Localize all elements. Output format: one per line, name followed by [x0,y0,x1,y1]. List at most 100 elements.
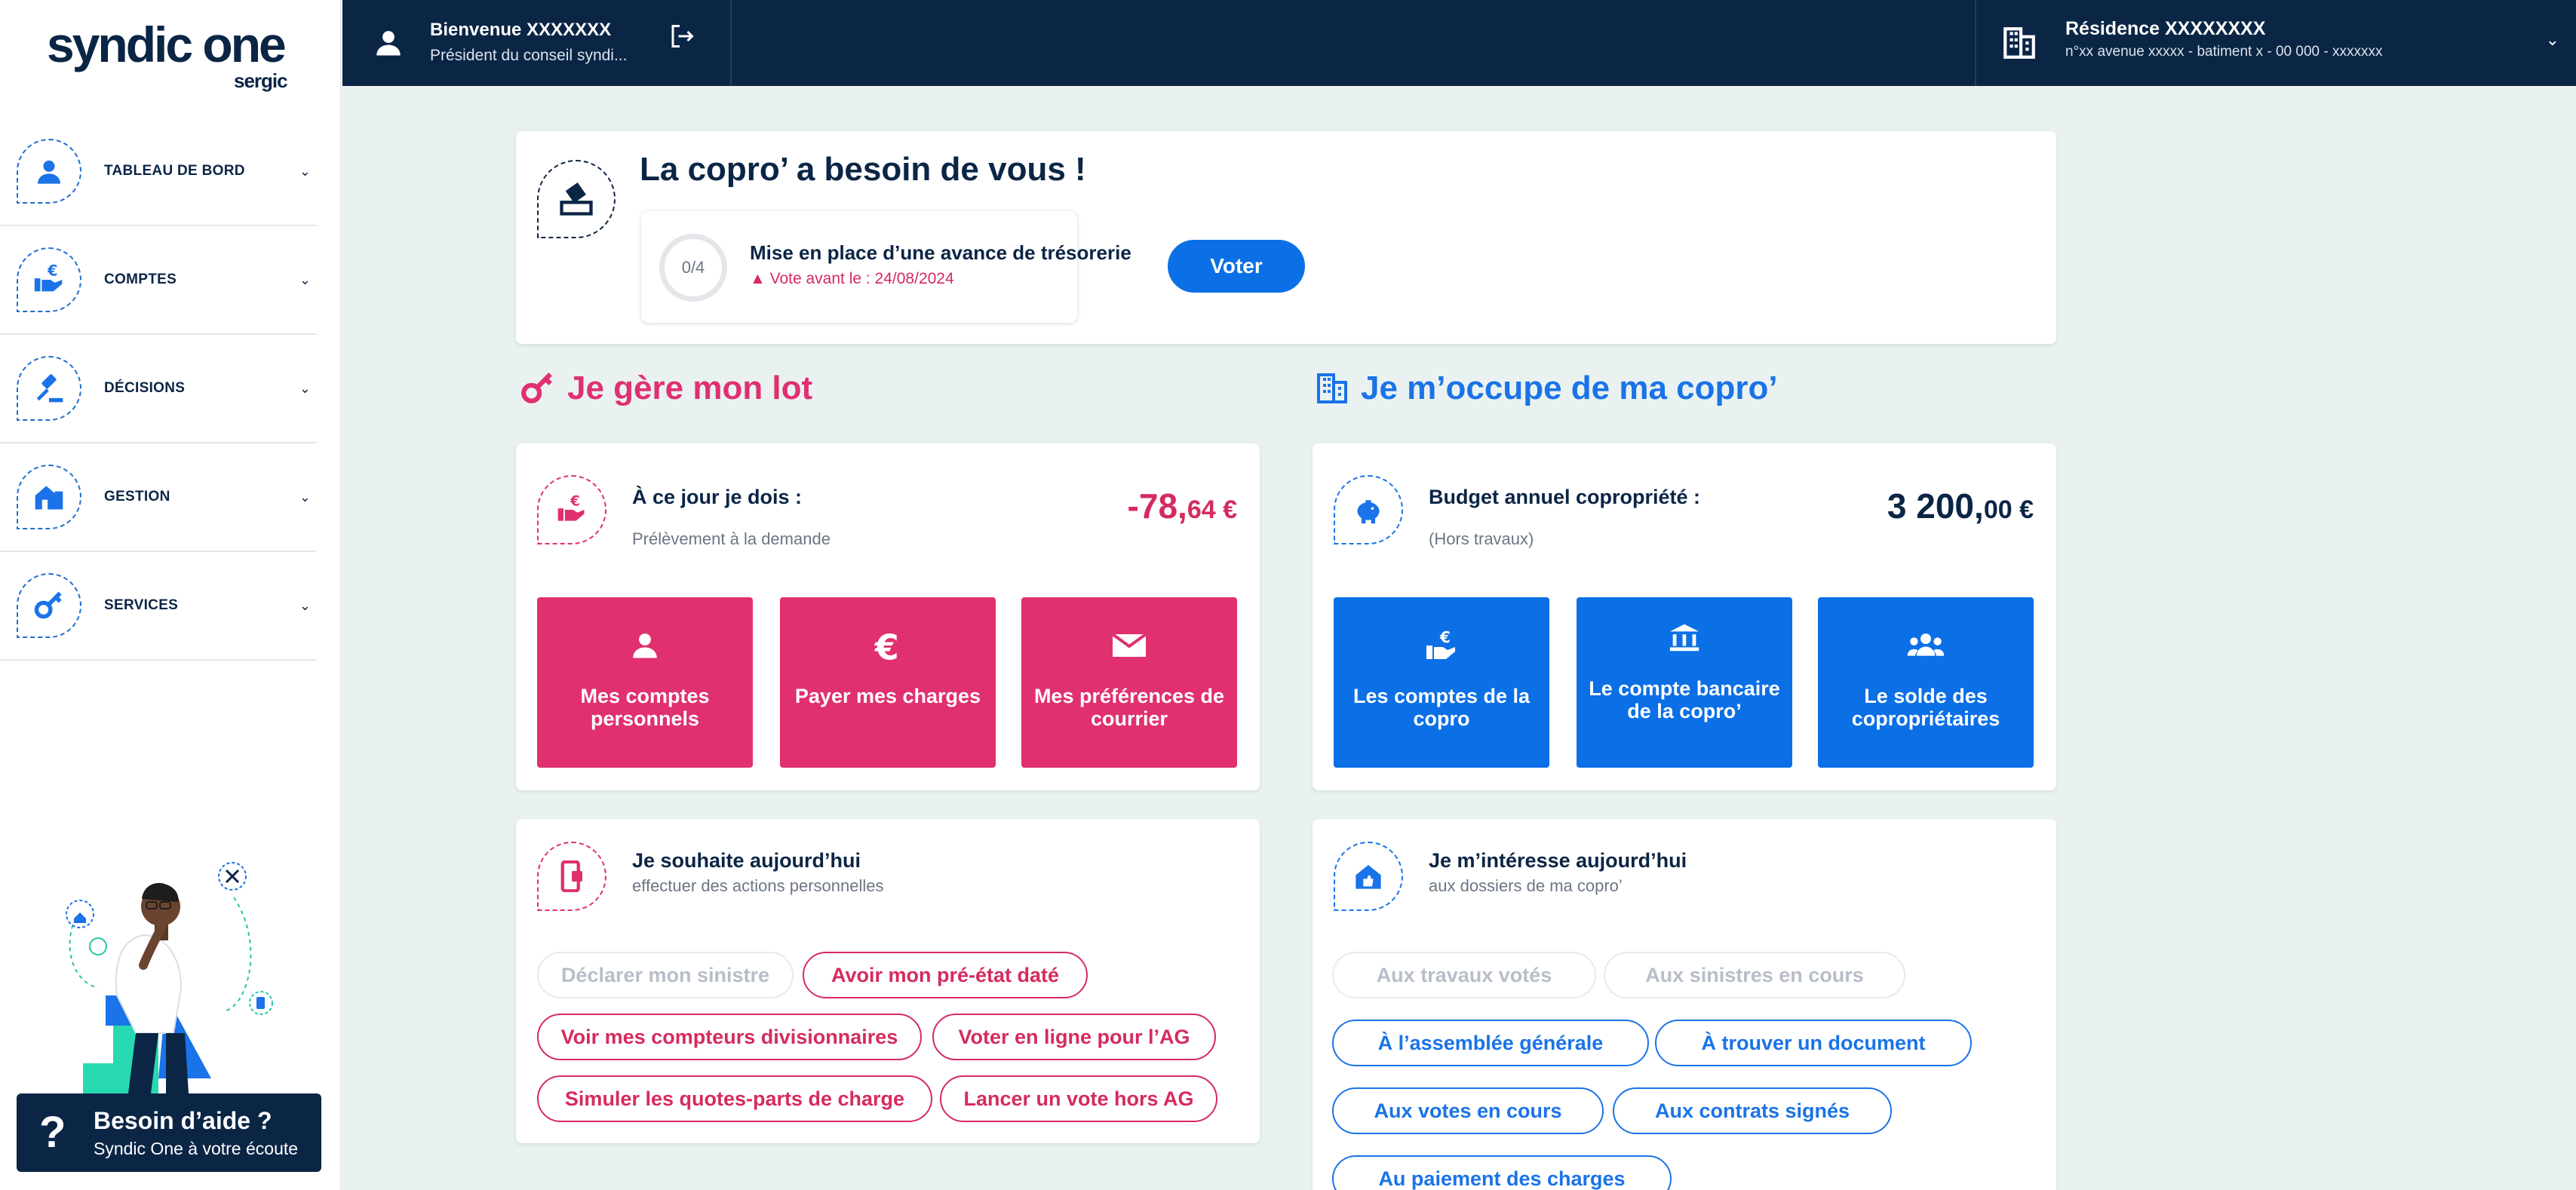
user-icon [373,26,404,63]
logo[interactable]: syndic one sergic [47,17,288,92]
sidebar: syndic one sergic TABLEAU DE BORD ⌄ € CO… [0,0,341,1190]
logo-name: syndic one [47,17,287,72]
sidebar-nav: TABLEAU DE BORD ⌄ € COMPTES ⌄ DÉCISIONS … [0,118,317,661]
svg-text:€: € [47,262,57,279]
vote-deadline: ▲ Vote avant le : 24/08/2024 [750,270,954,288]
tile-label: Mes comptes personnels [580,685,710,730]
vote-deadline-text: Vote avant le : 24/08/2024 [769,270,954,287]
meters-chip[interactable]: Voir mes compteurs divisionnaires [537,1014,922,1060]
thinking-person-illustration [66,862,273,1093]
balance-label: À ce jour je dois : [632,486,803,508]
chevron-down-icon: ⌄ [299,489,311,505]
budget-amount-dec: 00 € [1983,495,2034,524]
mail-preferences-tile[interactable]: Mes préférences de courrier [1021,597,1237,768]
owners-balance-tile[interactable]: Le solde des copropriétaires [1818,597,2034,768]
copro-bank-account-tile[interactable]: Le compte bancaire de la copro’ [1577,597,1792,768]
ballot-icon [537,160,616,238]
ongoing-claims-chip: Aux sinistres en cours [1604,952,1905,998]
help-title: Besoin d’aide ? [94,1107,272,1134]
tile-label: Mes préférences de courrier [1033,685,1225,730]
sidebar-item-decisions[interactable]: DÉCISIONS ⌄ [0,335,317,443]
welcome-text: Bienvenue XXXXXXX [430,20,612,40]
user-role: Président du conseil syndi... [430,47,628,64]
wish-title: Je souhaite aujourd’hui [632,849,861,872]
vote-item-label: Mise en place d’une avance de trésorerie [750,241,1131,264]
key-icon [17,573,81,638]
ongoing-votes-chip[interactable]: Aux votes en cours [1332,1087,1604,1134]
warning-icon: ▲ [750,270,770,287]
sidebar-item-gestion[interactable]: GESTION ⌄ [0,443,317,552]
chevron-down-icon: ⌄ [299,597,311,613]
residence-selector[interactable]: Résidence XXXXXXXX n°xx avenue xxxxx - b… [1975,0,2576,86]
simulate-charges-chip[interactable]: Simuler les quotes-parts de charge [537,1075,932,1122]
phone-icon [537,842,606,911]
sidebar-item-services[interactable]: SERVICES ⌄ [0,552,317,661]
declare-claim-chip: Déclarer mon sinistre [537,952,794,998]
vote-title: La copro’ a besoin de vous ! [640,151,1086,188]
budget-label: Budget annuel copropriété : [1429,486,1701,508]
building-icon [1317,373,1347,403]
svg-text:€: € [570,494,580,510]
chevron-down-icon: ⌄ [299,271,311,287]
sidebar-item-label: SERVICES [104,597,179,613]
lot-section-title: Je gère mon lot [519,370,812,407]
key-icon [521,373,552,403]
vote-button[interactable]: Voter [1168,240,1305,293]
euro-icon: € [780,629,996,664]
user-icon [537,629,753,661]
sidebar-item-tableau-de-bord[interactable]: TABLEAU DE BORD ⌄ [0,118,317,226]
balance-subtitle: Prélèvement à la demande [632,529,831,548]
divider [730,0,732,86]
sidebar-item-comptes[interactable]: € COMPTES ⌄ [0,226,317,335]
help-question-icon: ? [39,1108,66,1157]
bank-icon [1577,620,1792,655]
svg-text:€: € [1439,629,1451,646]
sidebar-item-label: TABLEAU DE BORD [104,163,245,179]
help-subtitle: Syndic One à votre écoute [94,1139,299,1158]
wish-subtitle: effectuer des actions personnelles [632,876,884,895]
gavel-icon [17,356,81,421]
copro-accounts-tile[interactable]: € Les comptes de la copro [1334,597,1549,768]
lot-summary-card: € À ce jour je dois : Prélèvement à la d… [516,443,1260,790]
logo-sub: sergic [234,69,288,92]
sidebar-item-label: GESTION [104,489,170,505]
my-accounts-tile[interactable]: Mes comptes personnels [537,597,753,768]
signed-contracts-chip[interactable]: Aux contrats signés [1613,1087,1892,1134]
budget-amount: 3 200,00 € [1887,486,2034,526]
interest-subtitle: aux dossiers de ma copro’ [1429,876,1623,895]
copro-actions-card: Je m’intéresse aujourd’hui aux dossiers … [1313,819,2056,1190]
voted-works-chip: Aux travaux votés [1332,952,1596,998]
budget-subtitle: (Hors travaux) [1429,529,1534,548]
copro-section-title-text: Je m’occupe de ma copro’ [1361,370,1778,406]
residence-address: n°xx avenue xxxxx - batiment x - 00 000 … [2065,44,2383,60]
tile-label: Le solde des copropriétaires [1851,685,2000,730]
lot-section-title-text: Je gère mon lot [567,370,813,406]
group-icon [1818,629,2034,659]
tile-label: Le compte bancaire de la copro’ [1589,677,1780,722]
charges-payment-chip[interactable]: Au paiement des charges [1332,1155,1672,1190]
online-ag-vote-chip[interactable]: Voter en ligne pour l’AG [932,1014,1216,1060]
piggy-bank-icon [1334,475,1403,544]
vote-card: La copro’ a besoin de vous ! 0/4 Mise en… [516,131,2056,344]
vote-item[interactable]: 0/4 Mise en place d’une avance de trésor… [641,211,1131,323]
tile-label: Les comptes de la copro [1352,685,1531,730]
top-bar: Bienvenue XXXXXXX Président du conseil s… [342,0,2576,86]
logout-icon[interactable] [668,23,695,54]
tile-label: Payer mes charges [794,685,981,707]
interest-title: Je m’intéresse aujourd’hui [1429,849,1687,872]
general-assembly-chip[interactable]: À l’assemblée générale [1332,1020,1649,1066]
balance-amount-dec: 64 € [1187,495,1237,524]
euro-hand-icon: € [537,475,606,544]
find-document-chip[interactable]: À trouver un document [1655,1020,1972,1066]
help-banner[interactable]: ? Besoin d’aide ? Syndic One à votre éco… [17,1093,321,1172]
balance-amount-int: -78, [1127,486,1187,526]
pre-etat-date-chip[interactable]: Avoir mon pré-état daté [803,952,1088,998]
house-icon [17,465,81,529]
chevron-down-icon: ⌄ [299,380,311,396]
residence-name: Résidence XXXXXXXX [2065,18,2266,39]
user-icon [17,139,81,204]
chevron-down-icon: ⌄ [2545,30,2559,49]
launch-vote-chip[interactable]: Lancer un vote hors AG [940,1075,1217,1122]
budget-amount-int: 3 200, [1887,486,1984,526]
pay-charges-tile[interactable]: € Payer mes charges [780,597,996,768]
